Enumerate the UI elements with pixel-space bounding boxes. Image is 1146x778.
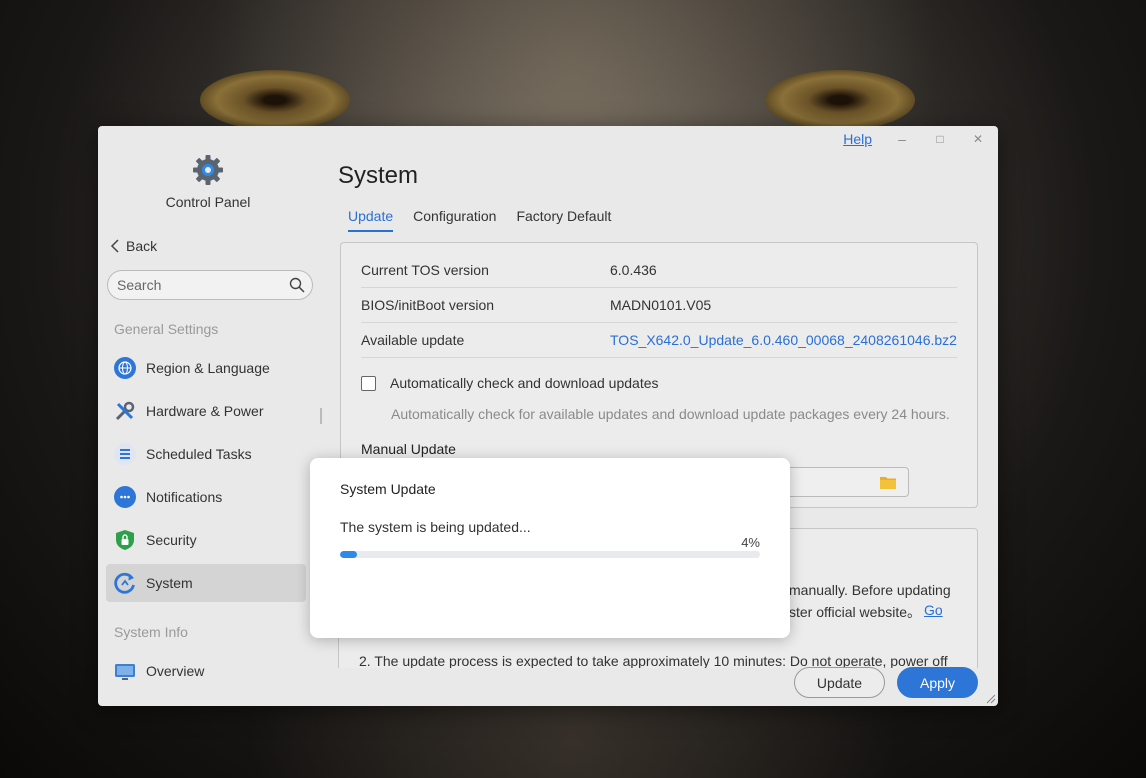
back-button[interactable]: Back [110, 238, 157, 254]
tab-update[interactable]: Update [348, 208, 394, 232]
available-update-row: Available update TOS_X642.0_Update_6.0.4… [361, 323, 957, 358]
auto-check-checkbox[interactable] [361, 375, 376, 391]
apply-button[interactable]: Apply [897, 667, 978, 698]
sidebar: Control Panel Back General Settings Regi… [98, 126, 318, 706]
wallpaper-right-eye [765, 70, 915, 130]
sidebar-item-hardware-power[interactable]: Hardware & Power [106, 392, 306, 430]
sidebar-item-label: Region & Language [146, 360, 270, 376]
wallpaper-left-eye [200, 70, 350, 130]
chat-icon [114, 486, 136, 508]
go-link[interactable]: Go [924, 602, 943, 618]
tools-icon [114, 400, 136, 422]
back-label: Back [126, 238, 158, 254]
progress-fill [340, 551, 357, 558]
sidebar-resize-handle[interactable] [320, 408, 322, 424]
info-label: Available update [361, 332, 465, 348]
control-panel-title: Control Panel [165, 194, 251, 210]
globe-icon [114, 357, 136, 379]
available-update-link[interactable]: TOS_X642.0_Update_6.0.460_00068_24082610… [610, 332, 957, 348]
search-box [107, 270, 313, 300]
update-button[interactable]: Update [794, 667, 885, 698]
control-panel-header: Control Panel [98, 154, 318, 210]
sidebar-item-label: Hardware & Power [146, 403, 264, 419]
sidebar-item-notifications[interactable]: Notifications [106, 478, 306, 516]
info-value: MADN0101.V05 [610, 297, 712, 313]
sidebar-item-label: System [146, 575, 193, 591]
tab-factory-default[interactable]: Factory Default [516, 208, 611, 232]
dialog-title: System Update [340, 481, 436, 497]
progress-percent: 4% [741, 535, 760, 550]
sidebar-item-region-language[interactable]: Region & Language [106, 349, 306, 387]
sidebar-item-overview[interactable]: Overview [106, 652, 306, 690]
auto-check-row: Automatically check and download updates [361, 375, 659, 391]
search-input[interactable] [108, 271, 278, 299]
progress-bar [340, 551, 760, 558]
note-line-3: 2. The update process is expected to tak… [359, 653, 948, 668]
folder-icon[interactable] [880, 475, 896, 489]
system-update-icon [114, 572, 136, 594]
note-line-2: ster official website。 [789, 604, 922, 620]
info-label: Current TOS version [361, 262, 489, 278]
current-tos-version-row: Current TOS version 6.0.436 [361, 253, 957, 288]
shield-icon [114, 529, 136, 551]
sidebar-item-system[interactable]: System [106, 564, 306, 602]
note-line-1: manually. Before updating [789, 582, 951, 598]
auto-check-description: Automatically check for available update… [391, 406, 950, 422]
auto-check-label: Automatically check and download updates [390, 375, 659, 391]
search-icon[interactable] [289, 277, 305, 293]
tab-configuration[interactable]: Configuration [413, 208, 496, 232]
general-settings-label: General Settings [114, 321, 219, 337]
sidebar-item-label: Overview [146, 663, 205, 679]
manual-update-title: Manual Update [361, 441, 456, 457]
sidebar-item-label: Scheduled Tasks [146, 446, 252, 462]
sidebar-item-security[interactable]: Security [106, 521, 306, 559]
system-info-label: System Info [114, 624, 188, 640]
monitor-icon [114, 660, 136, 682]
system-update-dialog: System Update The system is being update… [310, 458, 790, 638]
sidebar-item-label: Security [146, 532, 197, 548]
bios-version-row: BIOS/initBoot version MADN0101.V05 [361, 288, 957, 323]
page-title: System [338, 162, 419, 189]
gear-icon [193, 155, 223, 185]
tasks-icon [114, 443, 136, 465]
info-value: 6.0.436 [610, 262, 657, 278]
tab-bar: Update Configuration Factory Default [348, 208, 611, 232]
sidebar-item-label: Notifications [146, 489, 223, 505]
info-label: BIOS/initBoot version [361, 297, 495, 313]
resize-grip-icon[interactable] [984, 692, 996, 704]
dialog-message: The system is being updated... [340, 519, 531, 535]
sidebar-item-scheduled-tasks[interactable]: Scheduled Tasks [106, 435, 306, 473]
chevron-left-icon [110, 239, 119, 253]
